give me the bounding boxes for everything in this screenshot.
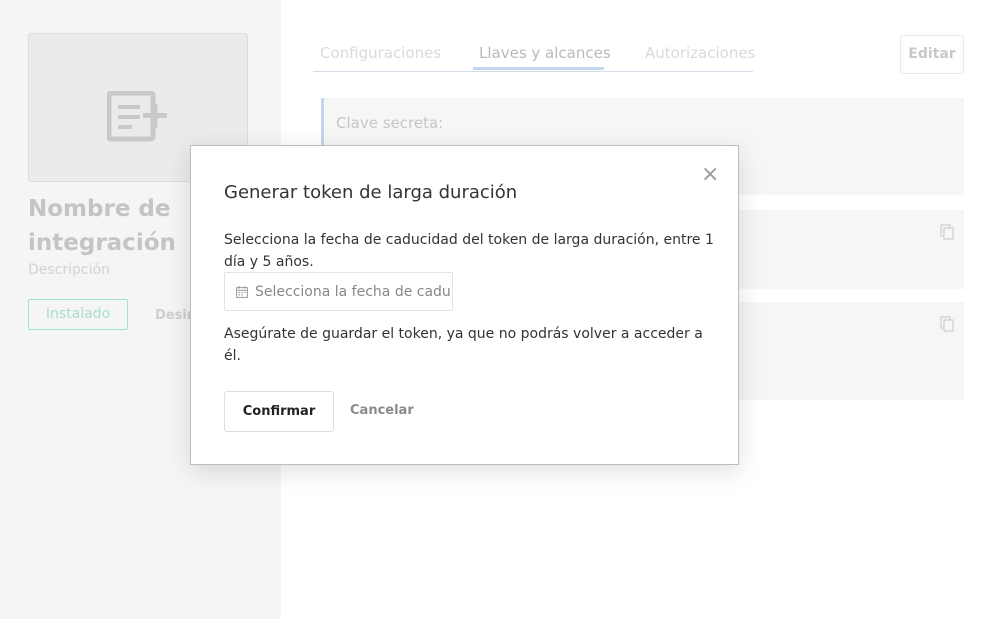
- modal-description: Selecciona la fecha de caducidad del tok…: [224, 232, 714, 270]
- expiry-date-field[interactable]: [224, 272, 453, 311]
- tab-llaves-y-alcances[interactable]: Llaves y alcances: [479, 44, 611, 62]
- integration-description: Descripción: [28, 262, 110, 278]
- tab-configuraciones[interactable]: Configuraciones: [320, 44, 441, 62]
- tab-bar: Configuraciones Llaves y alcances Autori…: [313, 40, 755, 72]
- confirm-button[interactable]: Confirmar: [224, 391, 334, 432]
- modal-warning: Asegúrate de guardar el token, ya que no…: [224, 326, 703, 364]
- edit-button[interactable]: Editar: [900, 35, 964, 74]
- modal-title: Generar token de larga duración: [224, 182, 518, 203]
- document-plus-icon: [107, 91, 167, 142]
- close-icon[interactable]: ×: [701, 164, 719, 186]
- integration-name: Nombre de integración: [28, 196, 176, 256]
- cancel-button[interactable]: Cancelar: [350, 403, 414, 418]
- secret-key-label: Clave secreta:: [336, 114, 444, 132]
- tab-autorizaciones[interactable]: Autorizaciones: [645, 44, 755, 62]
- calendar-icon: [236, 286, 248, 298]
- copy-icon[interactable]: [940, 224, 954, 240]
- copy-icon[interactable]: [940, 316, 954, 332]
- installed-button[interactable]: Instalado: [28, 299, 128, 330]
- expiry-date-input[interactable]: [255, 273, 451, 310]
- active-tab-indicator: [473, 67, 604, 70]
- generate-token-modal: × Generar token de larga duración Selecc…: [190, 145, 739, 465]
